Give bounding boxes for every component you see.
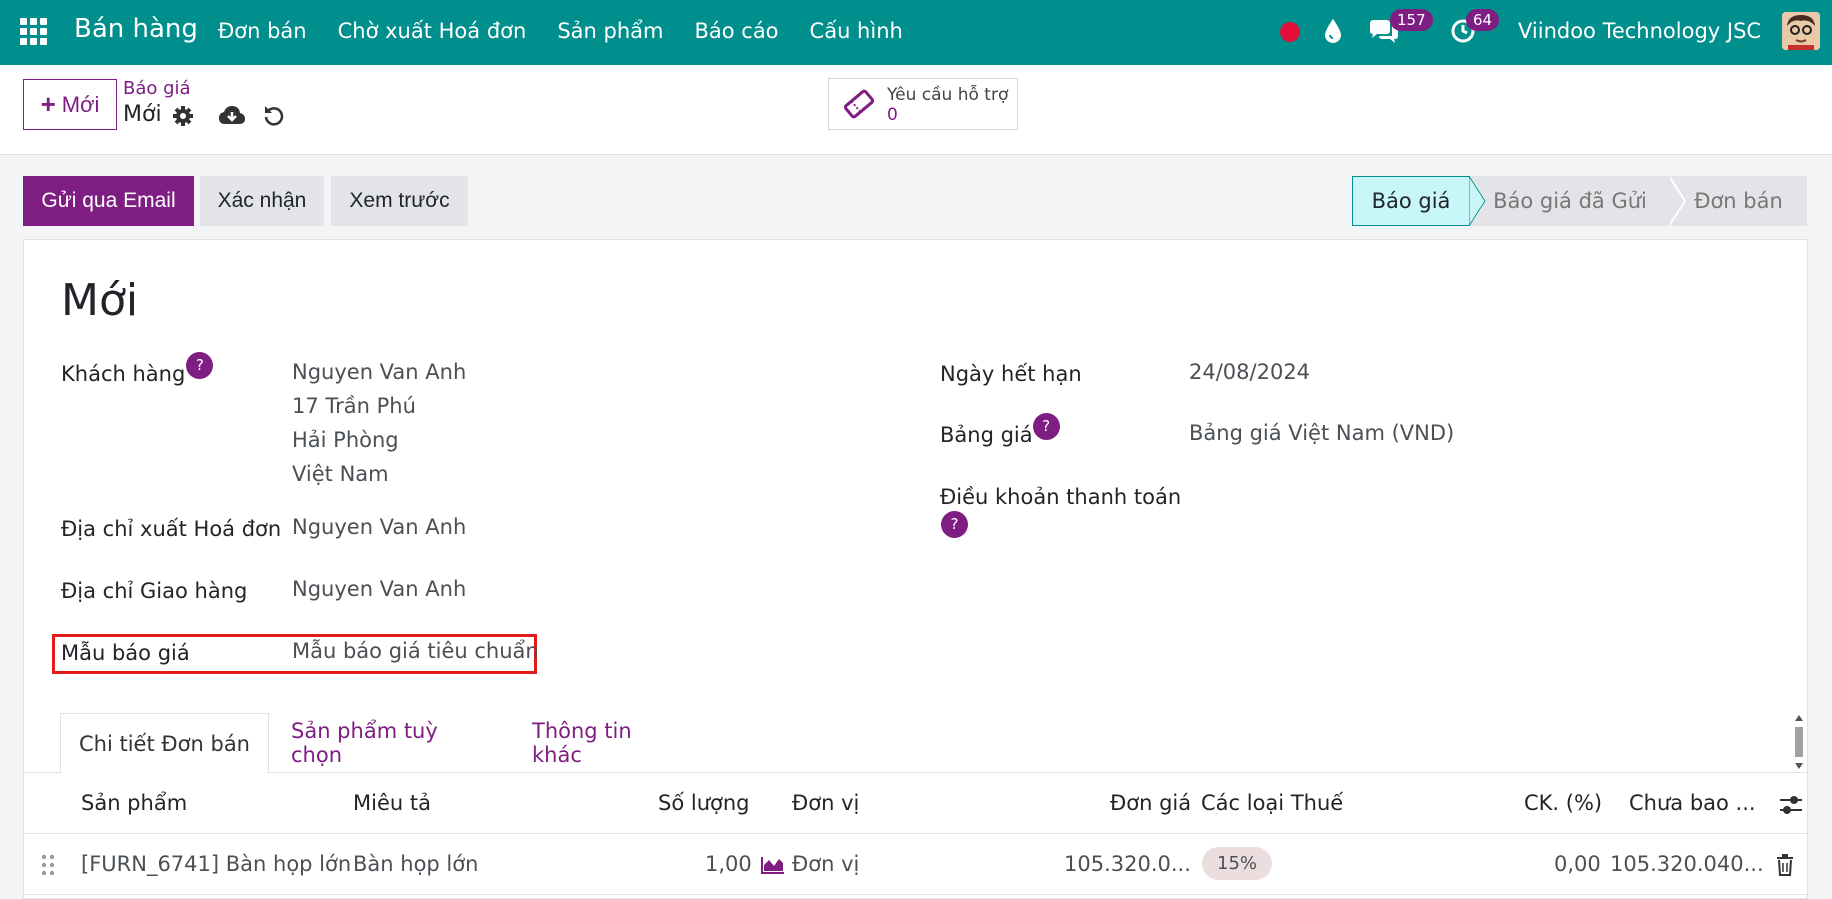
- delivery-address-field[interactable]: Nguyen Van Anh: [292, 572, 466, 606]
- tab-order-lines[interactable]: Chi tiết Đơn bán: [60, 713, 269, 774]
- cell-discount[interactable]: 0,00: [1554, 852, 1601, 876]
- status-bar: Đơn bán Báo giá đã Gửi Báo giá: [1352, 176, 1807, 226]
- col-unit-price[interactable]: Đơn giá: [1110, 791, 1191, 815]
- gear-icon[interactable]: [172, 105, 194, 127]
- cell-quantity[interactable]: 1,00: [705, 852, 752, 876]
- breadcrumb-parent[interactable]: Báo giá: [123, 78, 191, 99]
- scrollbar[interactable]: [1793, 715, 1805, 770]
- quotation-template-label: Mẫu báo giá: [61, 641, 190, 665]
- menu-item-products[interactable]: Sản phẩm: [557, 19, 663, 43]
- col-description[interactable]: Miêu tả: [353, 791, 431, 815]
- customer-name: Nguyen Van Anh: [292, 360, 467, 384]
- delivery-address-label: Địa chỉ Giao hàng: [61, 579, 248, 603]
- control-panel: + Mới Báo giá Mới Yêu cầu hỗ trợ 0: [0, 65, 1832, 155]
- cell-unit-price[interactable]: 105.320.0...: [1064, 852, 1191, 876]
- user-avatar[interactable]: [1782, 12, 1820, 50]
- col-uom[interactable]: Đơn vị: [792, 791, 859, 815]
- cloud-save-icon[interactable]: [218, 104, 246, 126]
- pricelist-help-icon[interactable]: ?: [1032, 413, 1060, 440]
- customer-street: 17 Trần Phú: [292, 394, 416, 418]
- ticket-icon: [843, 89, 875, 119]
- preview-button[interactable]: Xem trước: [331, 176, 468, 226]
- customer-help-icon[interactable]: ?: [186, 352, 214, 379]
- record-title: Mới: [61, 275, 139, 326]
- apps-menu-icon[interactable]: [20, 18, 47, 45]
- new-record-label: Mới: [61, 91, 100, 117]
- cell-product[interactable]: [FURN_6741] Bàn họp lớn: [81, 852, 351, 876]
- activities-count-badge: 64: [1466, 9, 1500, 31]
- quotation-template-field[interactable]: Mẫu báo giá tiêu chuẩn: [292, 634, 539, 668]
- breadcrumb-current: Mới: [123, 102, 162, 127]
- drag-handle-icon[interactable]: [41, 854, 55, 876]
- form-sheet: Mới Khách hàng? Nguyen Van Anh 17 Trần P…: [23, 239, 1809, 899]
- pricelist-field[interactable]: Bảng giá Việt Nam (VND): [1189, 416, 1454, 450]
- tax-tag[interactable]: 15%: [1202, 847, 1273, 880]
- forecast-chart-icon[interactable]: [761, 856, 785, 874]
- confirm-button[interactable]: Xác nhận: [200, 176, 324, 226]
- invoice-address-field[interactable]: Nguyen Van Anh: [292, 510, 466, 544]
- cell-subtotal: 105.320.040...: [1610, 852, 1764, 876]
- col-quantity[interactable]: Số lượng: [658, 791, 750, 815]
- menu-item-configuration[interactable]: Cấu hình: [810, 19, 903, 43]
- top-navbar: Bán hàng Đơn bán Chờ xuất Hoá đơn Sản ph…: [0, 0, 1832, 65]
- stage-quotation-label: Báo giá: [1371, 189, 1451, 213]
- discard-changes-icon[interactable]: [263, 104, 285, 126]
- menu-item-to-invoice[interactable]: Chờ xuất Hoá đơn: [338, 19, 527, 43]
- customer-city: Hải Phòng: [292, 428, 399, 452]
- record-icon[interactable]: [1280, 22, 1300, 42]
- support-request-label: Yêu cầu hỗ trợ: [887, 85, 1009, 105]
- menu-item-reporting[interactable]: Báo cáo: [694, 19, 778, 43]
- new-record-button[interactable]: + Mới: [23, 79, 117, 130]
- pricelist-label: Bảng giá?: [940, 413, 1060, 447]
- payment-terms-help-icon[interactable]: ?: [941, 511, 968, 538]
- optional-columns-icon[interactable]: [1779, 794, 1803, 816]
- stage-quotation[interactable]: Báo giá: [1352, 176, 1486, 226]
- expiry-date-field[interactable]: 24/08/2024: [1189, 355, 1310, 389]
- company-switcher[interactable]: Viindoo Technology JSC: [1518, 19, 1761, 43]
- cell-uom[interactable]: Đơn vị: [792, 852, 859, 876]
- send-by-email-button[interactable]: Gửi qua Email: [23, 176, 194, 226]
- order-lines-header: Sản phẩm Miêu tả Số lượng Đơn vị Đơn giá…: [24, 774, 1809, 834]
- delete-row-icon[interactable]: [1776, 854, 1794, 876]
- water-drop-icon[interactable]: [1323, 17, 1343, 45]
- stage-sales-order-label: Đơn bán: [1694, 189, 1783, 213]
- tab-other-info[interactable]: Thông tin khác: [532, 713, 680, 773]
- notebook-tabs: Chi tiết Đơn bán Sản phẩm tuỳ chọn Thông…: [24, 713, 1809, 774]
- main-menu: Đơn bán Chờ xuất Hoá đơn Sản phẩm Báo cá…: [218, 19, 903, 43]
- menu-item-orders[interactable]: Đơn bán: [218, 19, 307, 43]
- stage-quotation-sent-label: Báo giá đã Gửi: [1493, 189, 1647, 213]
- expiry-date-label: Ngày hết hạn: [940, 362, 1082, 386]
- support-request-button[interactable]: Yêu cầu hỗ trợ 0: [828, 78, 1018, 130]
- payment-terms-label: Điều khoản thanh toán: [940, 485, 1182, 509]
- col-discount[interactable]: CK. (%): [1524, 791, 1602, 815]
- support-request-count: 0: [887, 105, 898, 125]
- customer-field[interactable]: Nguyen Van Anh 17 Trần Phú Hải Phòng Việ…: [292, 355, 466, 491]
- col-product[interactable]: Sản phẩm: [81, 791, 187, 815]
- messages-count-badge: 157: [1390, 9, 1433, 31]
- customer-country: Việt Nam: [292, 462, 389, 486]
- plus-icon: +: [40, 89, 56, 119]
- app-title[interactable]: Bán hàng: [74, 14, 198, 44]
- stage-quotation-sent[interactable]: Báo giá đã Gửi: [1469, 176, 1670, 226]
- col-subtotal[interactable]: Chưa bao ...: [1629, 791, 1756, 815]
- cell-description[interactable]: Bàn họp lớn: [353, 852, 478, 876]
- customer-label: Khách hàng?: [61, 352, 214, 386]
- table-row[interactable]: [FURN_6741] Bàn họp lớn Bàn họp lớn 1,00…: [24, 835, 1809, 895]
- stage-sales-order[interactable]: Đơn bán: [1669, 176, 1807, 226]
- col-taxes[interactable]: Các loại Thuế: [1201, 791, 1343, 815]
- tab-optional-products[interactable]: Sản phẩm tuỳ chọn: [291, 713, 486, 773]
- invoice-address-label: Địa chỉ xuất Hoá đơn: [61, 517, 282, 541]
